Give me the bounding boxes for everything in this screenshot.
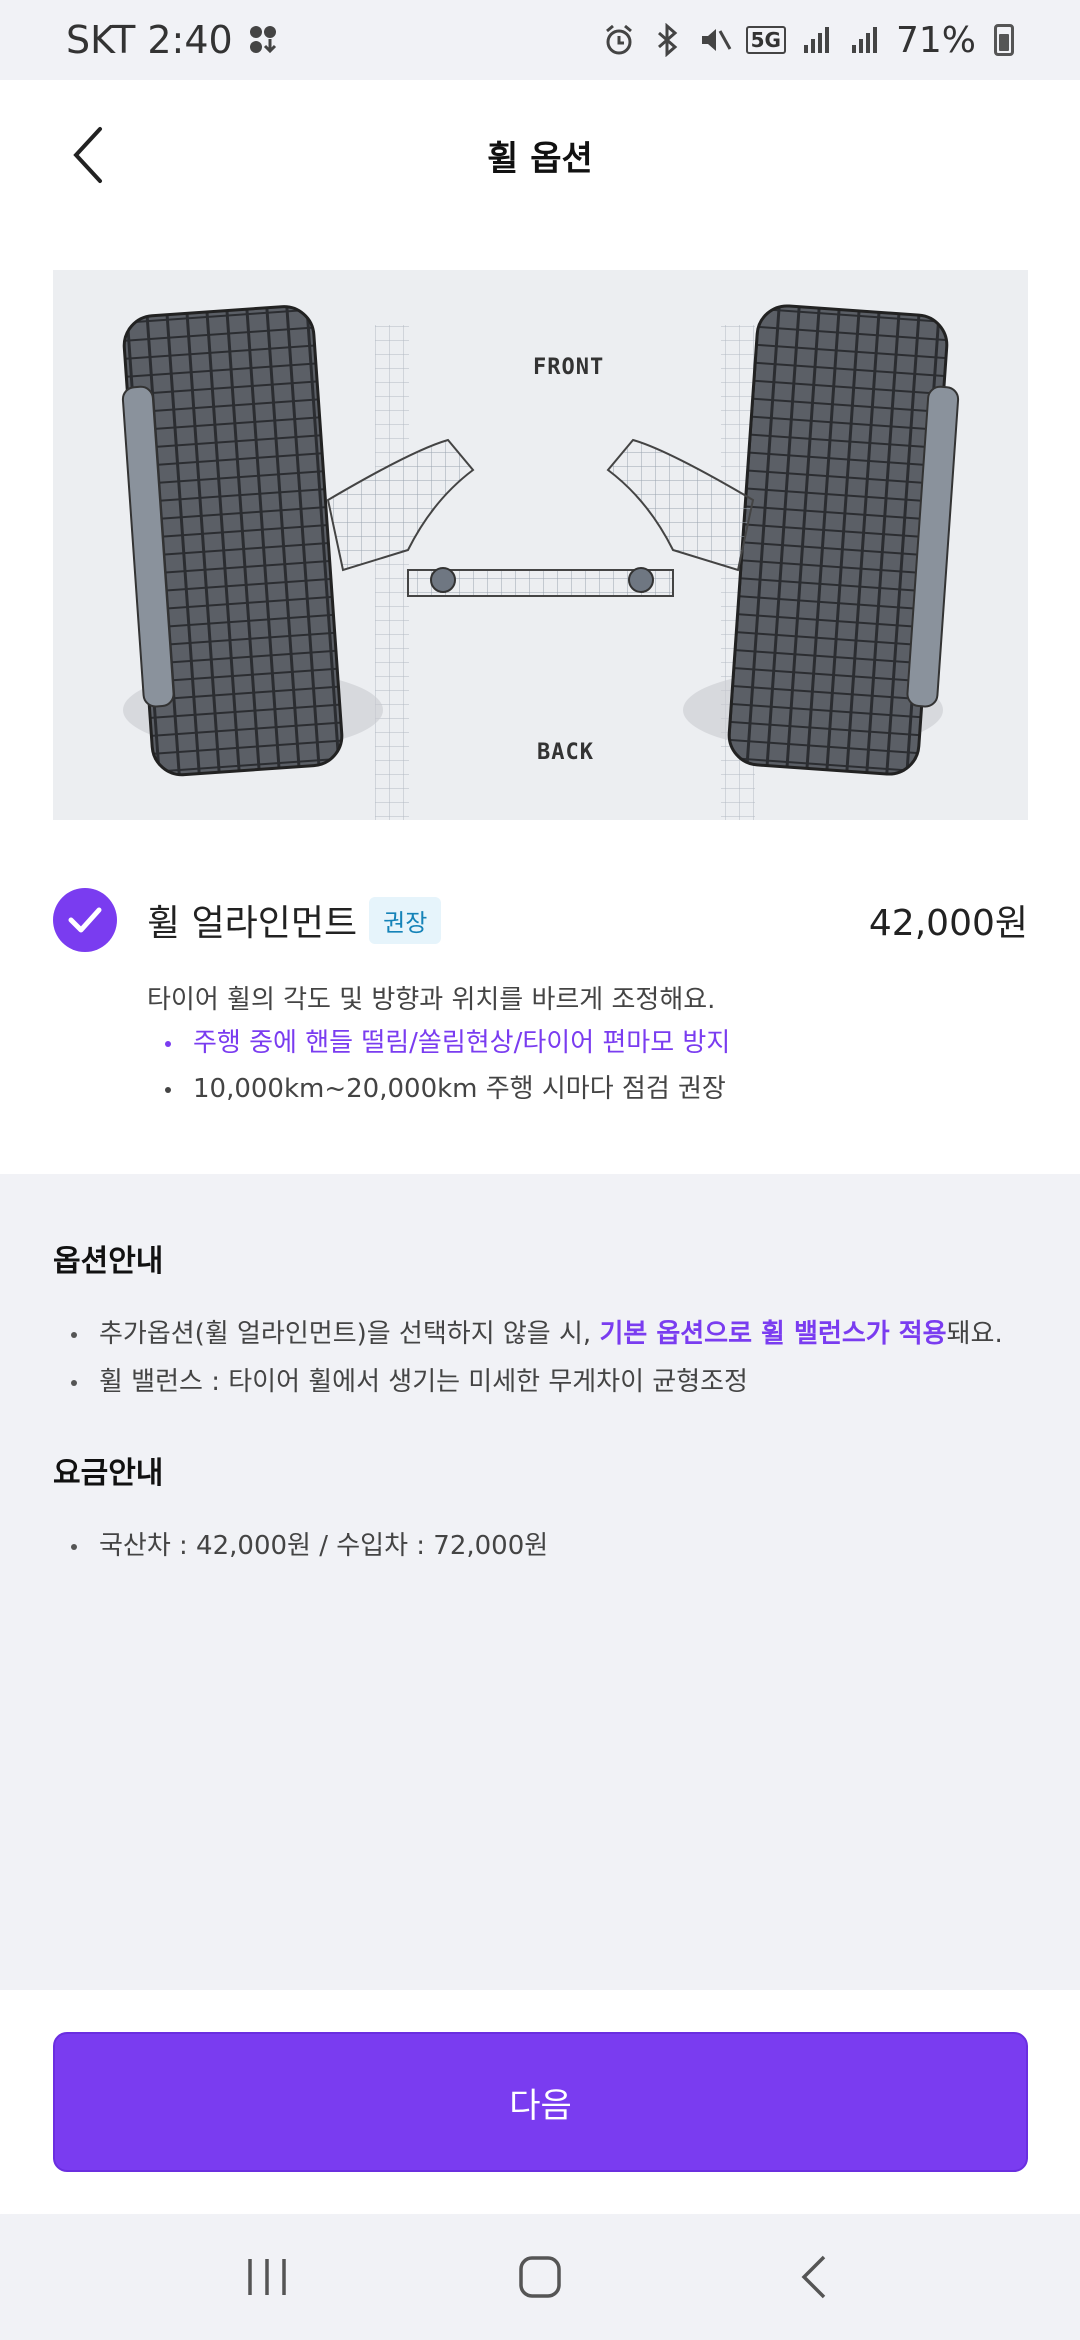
- battery-icon: [994, 24, 1014, 56]
- status-left: SKT 2:40: [66, 18, 281, 62]
- signal-icon-2: [851, 27, 877, 53]
- mute-icon: [701, 29, 731, 51]
- recent-apps-icon: [247, 2259, 286, 2295]
- info-item: 추가옵션(휠 얼라인먼트)을 선택하지 않을 시, 기본 옵션으로 휠 밸런스가…: [53, 1310, 1028, 1358]
- carrier-time: SKT 2:40: [66, 18, 233, 62]
- fee-guide-list: 국산차 : 42,000원 / 수입차 : 72,000원: [53, 1522, 1028, 1570]
- system-nav-bar: [0, 2214, 1080, 2340]
- back-label: BACK: [537, 740, 594, 765]
- info-item: 국산차 : 42,000원 / 수입차 : 72,000원: [53, 1522, 1028, 1570]
- wheel-alignment-image: FRONT BACK: [53, 270, 1028, 820]
- fee-guide-section: 요금안내 국산차 : 42,000원 / 수입차 : 72,000원: [53, 1448, 1028, 1570]
- option-name: 휠 얼라인먼트: [147, 903, 358, 944]
- status-bar: SKT 2:40 5G 71%: [0, 0, 1080, 80]
- app-header: 휠 옵션: [0, 80, 1080, 230]
- option-description: 타이어 휠의 각도 및 방향과 위치를 바르게 조정해요. 주행 중에 핸들 떨…: [147, 980, 1027, 1112]
- recent-apps-button[interactable]: [227, 2237, 307, 2317]
- section-title: 옵션안내: [53, 1244, 164, 1279]
- back-arrow-icon: [801, 2255, 826, 2299]
- suspension-illustration: [121, 304, 960, 820]
- app-notification-icon: [249, 26, 276, 54]
- page-title: 휠 옵션: [487, 138, 593, 179]
- alarm-icon: [605, 24, 632, 55]
- option-card: FRONT BACK 휠 얼라인먼트 권장 42,000원 타이어 휠의 각도 …: [0, 230, 1080, 1174]
- front-label: FRONT: [533, 355, 605, 380]
- next-button[interactable]: 다음: [53, 2032, 1028, 2172]
- system-back-button[interactable]: [773, 2237, 853, 2317]
- option-point: 10,000km~20,000km 주행 시마다 점검 권장: [147, 1066, 1027, 1112]
- option-price: 42,000원: [868, 903, 1028, 944]
- home-icon: [519, 2256, 561, 2298]
- option-guide-list: 추가옵션(휠 얼라인먼트)을 선택하지 않을 시, 기본 옵션으로 휠 밸런스가…: [53, 1310, 1028, 1406]
- home-button[interactable]: [500, 2237, 580, 2317]
- option-guide-section: 옵션안내 추가옵션(휠 얼라인먼트)을 선택하지 않을 시, 기본 옵션으로 휠…: [53, 1236, 1028, 1406]
- highlight-text: 기본 옵션으로 휠 밸런스가 적용: [599, 1319, 947, 1349]
- network-label: 5G: [745, 26, 786, 54]
- option-checkbox[interactable]: [53, 888, 117, 952]
- section-title: 요금안내: [53, 1456, 164, 1491]
- bottom-action-bar: 다음: [0, 1990, 1080, 2214]
- back-button[interactable]: [58, 122, 118, 188]
- check-icon: [68, 907, 102, 933]
- description-text: 타이어 휠의 각도 및 방향과 위치를 바르게 조정해요.: [147, 985, 716, 1015]
- option-points: 주행 중에 핸들 떨림/쏠림현상/타이어 편마모 방지 10,000km~20,…: [147, 1020, 1027, 1112]
- wheel-alignment-option[interactable]: 휠 얼라인먼트 권장 42,000원: [53, 880, 1028, 960]
- option-point: 주행 중에 핸들 떨림/쏠림현상/타이어 편마모 방지: [147, 1020, 1027, 1066]
- battery-percent: 71%: [895, 19, 976, 61]
- status-right: 5G 71%: [602, 20, 1014, 61]
- info-item: 휠 밸런스 : 타이어 휠에서 생기는 미세한 무게차이 균형조정: [53, 1358, 1028, 1406]
- signal-icon: [803, 27, 829, 53]
- recommended-badge: 권장: [369, 896, 442, 944]
- bluetooth-icon: [657, 23, 677, 57]
- chevron-left-icon: [73, 127, 102, 183]
